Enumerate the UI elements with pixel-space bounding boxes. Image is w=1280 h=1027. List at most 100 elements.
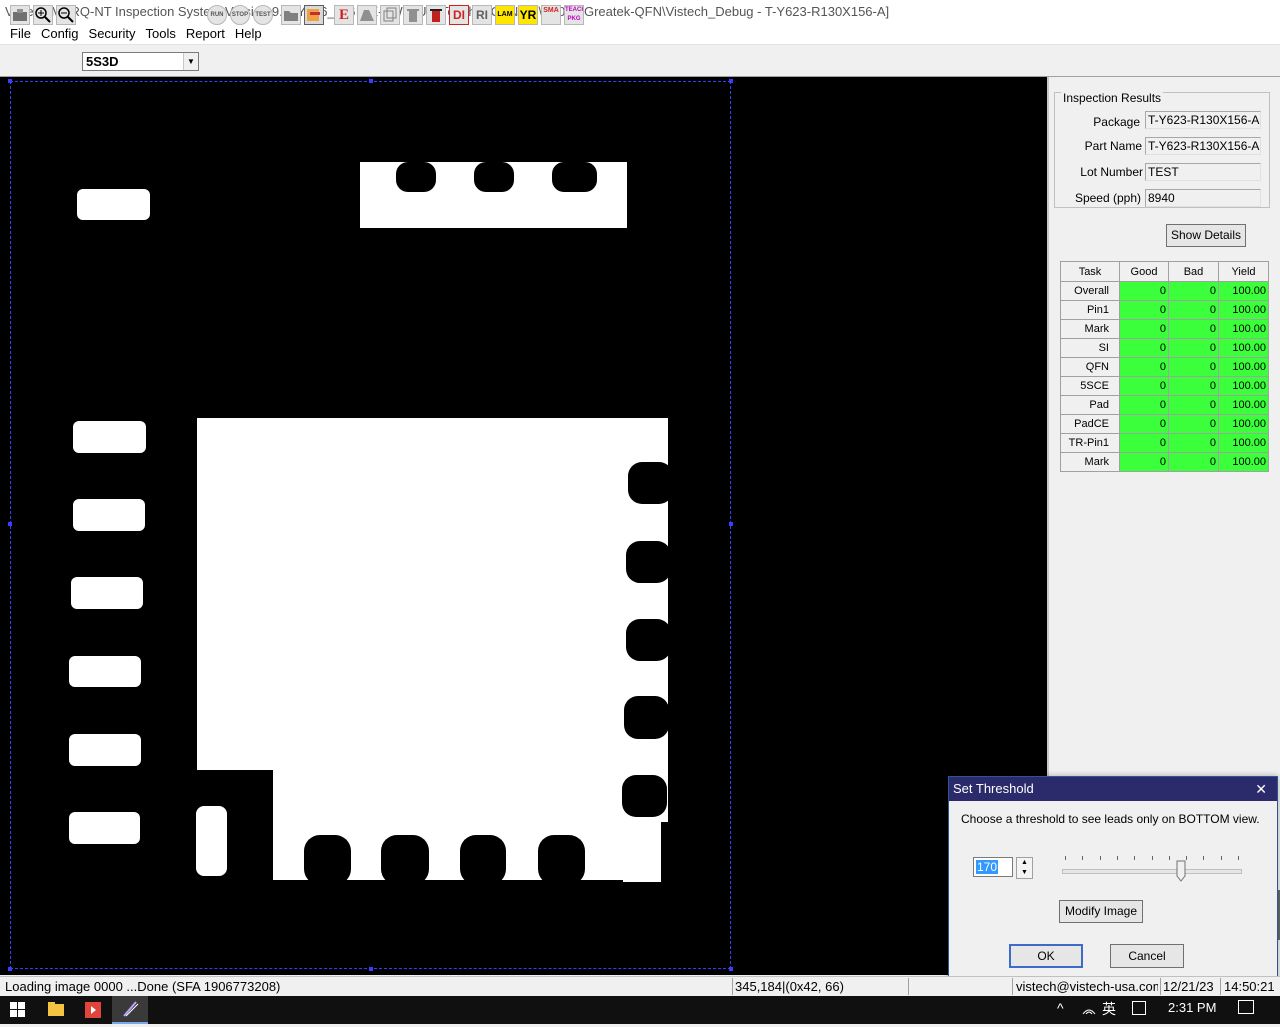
task-cell: TR-Pin1	[1060, 433, 1120, 453]
di-button[interactable]: DI	[449, 5, 469, 25]
bad-cell: 0	[1168, 300, 1219, 320]
good-cell: 0	[1119, 452, 1169, 472]
profile-combo[interactable]: 5S3D ▼	[82, 52, 199, 71]
task-cell: Overall	[1060, 281, 1120, 301]
slider-tick	[1065, 856, 1066, 860]
bin-icon[interactable]	[426, 5, 446, 25]
lot-number-field: TEST	[1145, 163, 1261, 181]
slider-tick	[1186, 856, 1188, 860]
teach-icon[interactable]	[304, 5, 324, 25]
table-row: TR-Pin1 0 0 100.00	[1060, 433, 1269, 453]
test-button[interactable]: TEST	[253, 5, 273, 25]
status-divider	[1012, 978, 1013, 995]
status-time: 14:50:21	[1224, 979, 1275, 994]
status-coords: 345,184|(0x42, 66)	[735, 979, 844, 994]
column-header-yield: Yield	[1218, 261, 1269, 282]
menu-config[interactable]: Config	[36, 24, 84, 44]
yr-button[interactable]: YR	[518, 5, 538, 25]
profile-combo-value: 5S3D	[86, 54, 119, 69]
copy-icon[interactable]	[380, 5, 400, 25]
menu-tools[interactable]: Tools	[141, 24, 181, 44]
chevron-up-icon[interactable]: ^	[1057, 1000, 1064, 1016]
stop-button[interactable]: STOP	[230, 5, 250, 25]
threshold-slider-thumb[interactable]	[1176, 860, 1186, 882]
slider-tick	[1134, 856, 1136, 860]
qfn-package-image	[69, 162, 673, 885]
yield-cell: 100.00	[1218, 433, 1269, 453]
yield-cell: 100.00	[1218, 395, 1269, 415]
good-cell: 0	[1119, 395, 1169, 415]
slider-tick	[1203, 856, 1205, 860]
yield-cell: 100.00	[1218, 338, 1269, 358]
threshold-slider-track[interactable]	[1062, 869, 1242, 874]
column-header-task: Task	[1060, 261, 1120, 282]
good-cell: 0	[1119, 414, 1169, 434]
app-red-icon[interactable]	[75, 996, 111, 1024]
camera-icon[interactable]	[10, 5, 30, 25]
menu-file[interactable]: File	[5, 24, 36, 44]
chevron-down-icon[interactable]: ▼	[183, 53, 198, 70]
dialog-title-bar[interactable]: Set Threshold ✕	[949, 777, 1277, 801]
ok-button[interactable]: OK	[1009, 944, 1083, 968]
menu-help[interactable]: Help	[230, 24, 267, 44]
good-cell: 0	[1119, 319, 1169, 339]
bad-cell: 0	[1168, 281, 1219, 301]
status-date: 12/21/23	[1163, 979, 1214, 994]
threshold-spinner[interactable]: ▲ ▼	[1016, 857, 1033, 879]
threshold-input[interactable]: 170	[973, 857, 1013, 877]
zoom-in-icon[interactable]	[33, 5, 53, 25]
windows-start-icon[interactable]	[0, 996, 36, 1024]
package-label: Package	[1093, 115, 1140, 129]
yield-cell: 100.00	[1218, 357, 1269, 377]
open-folder-icon[interactable]	[281, 5, 301, 25]
wifi-icon[interactable]	[1080, 1000, 1098, 1018]
table-row: QFN 0 0 100.00	[1060, 357, 1269, 377]
yield-cell: 100.00	[1218, 281, 1269, 301]
teach-pkg-button[interactable]: TEACH-PKG	[564, 5, 584, 25]
menu-report[interactable]: Report	[181, 24, 230, 44]
ime-indicator[interactable]: 英	[1102, 999, 1116, 1019]
task-cell: Pad	[1060, 395, 1120, 415]
yield-cell: 100.00	[1218, 414, 1269, 434]
slider-tick	[1151, 856, 1153, 860]
good-cell: 0	[1119, 338, 1169, 358]
sma-button[interactable]: SMA	[541, 5, 561, 25]
yield-cell: 100.00	[1218, 376, 1269, 396]
spin-down-icon[interactable]: ▼	[1017, 868, 1032, 878]
column-header-good: Good	[1119, 261, 1169, 282]
run-button[interactable]: RUN	[207, 5, 227, 25]
window-title-bar: Vistech MARQ-NT Inspection System Versio…	[0, 0, 1280, 24]
trash-icon[interactable]	[403, 5, 423, 25]
vistech-app-icon[interactable]	[112, 996, 148, 1024]
table-row: 5SCE 0 0 100.00	[1060, 376, 1269, 396]
bad-cell: 0	[1168, 319, 1219, 339]
zoom-out-icon[interactable]	[56, 5, 76, 25]
notification-icon[interactable]	[1238, 1000, 1254, 1014]
edit-e-button[interactable]: E	[334, 5, 354, 25]
file-explorer-icon[interactable]	[38, 996, 74, 1024]
close-icon[interactable]: ✕	[1255, 777, 1267, 801]
table-row: SI 0 0 100.00	[1060, 338, 1269, 358]
good-cell: 0	[1119, 376, 1169, 396]
triangle-icon[interactable]	[357, 5, 377, 25]
cancel-button[interactable]: Cancel	[1110, 944, 1184, 968]
show-details-button[interactable]: Show Details	[1166, 224, 1246, 247]
dialog-instruction: Choose a threshold to see leads only on …	[961, 812, 1260, 826]
slider-tick	[1220, 856, 1222, 860]
speed-field: 8940	[1145, 189, 1261, 207]
keyboard-icon[interactable]	[1132, 1001, 1146, 1015]
lam-button[interactable]: LAM	[495, 5, 515, 25]
menu-security[interactable]: Security	[84, 24, 141, 44]
spin-up-icon[interactable]: ▲	[1017, 858, 1032, 868]
bad-cell: 0	[1168, 433, 1219, 453]
modify-image-button[interactable]: Modify Image	[1059, 900, 1143, 923]
bad-cell: 0	[1168, 414, 1219, 434]
inspection-results-title: Inspection Results	[1061, 91, 1164, 105]
table-row: Pin1 0 0 100.00	[1060, 300, 1269, 320]
part-name-label: Part Name	[1084, 139, 1142, 153]
task-cell: Mark	[1060, 452, 1120, 472]
status-divider	[1160, 978, 1161, 995]
ri-button[interactable]: RI	[472, 5, 492, 25]
good-cell: 0	[1119, 357, 1169, 377]
status-divider	[1220, 978, 1221, 995]
